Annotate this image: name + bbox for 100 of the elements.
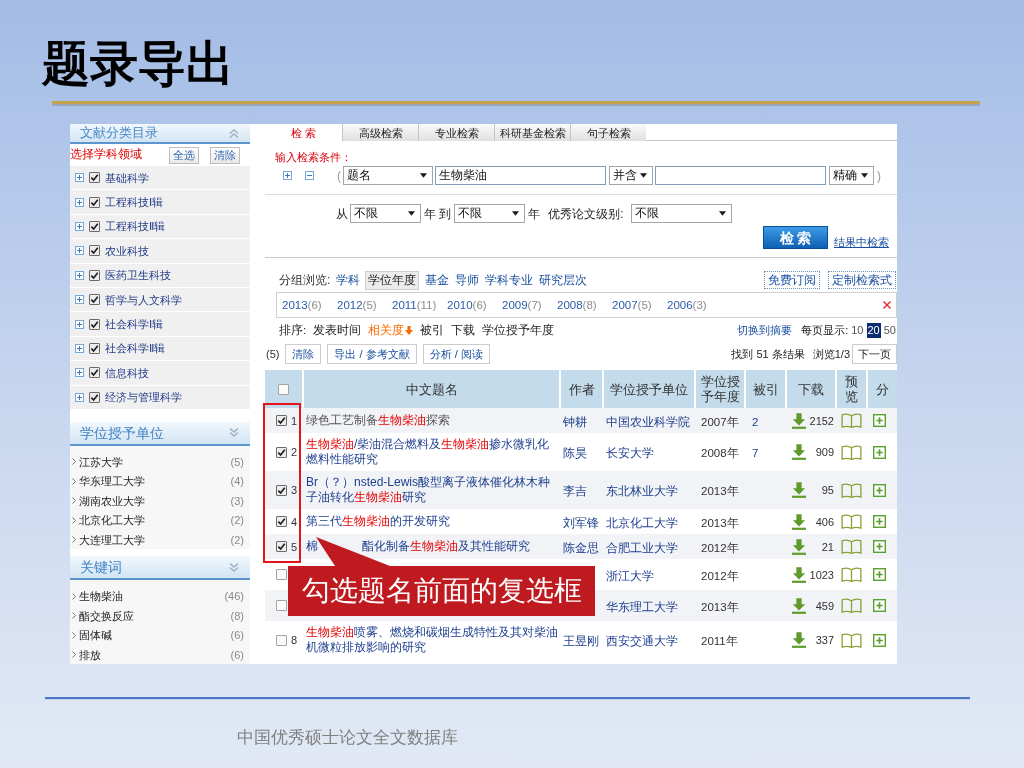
checkbox[interactable]	[89, 245, 100, 257]
unit-link[interactable]: 中国农业科学院	[606, 415, 690, 428]
year-filter[interactable]: 2012(5)	[337, 298, 392, 312]
search-tab[interactable]: 检 索	[265, 124, 342, 141]
search-tab[interactable]: 科研基金检索	[494, 124, 570, 141]
action-button[interactable]: 导出 / 参考文献	[327, 344, 417, 364]
plus-icon[interactable]	[873, 414, 886, 427]
book-icon[interactable]	[841, 413, 862, 428]
group-tab[interactable]: 学位年度	[365, 270, 420, 290]
checkbox[interactable]	[276, 634, 287, 646]
checkbox[interactable]	[89, 318, 100, 330]
chevrons-down-icon[interactable]	[229, 562, 239, 572]
book-icon[interactable]	[841, 444, 862, 460]
category-label[interactable]: 信息科技	[105, 365, 149, 380]
year-filter[interactable]: 2008(8)	[557, 298, 612, 312]
field-dropdown[interactable]: 题名	[343, 166, 433, 185]
facet-link[interactable]: 大连理工大学	[79, 532, 145, 547]
unit-link[interactable]: 西安交通大学	[606, 635, 678, 647]
checkbox[interactable]	[276, 516, 287, 527]
checkbox[interactable]	[89, 391, 100, 403]
facet-link[interactable]: 固体碱	[79, 628, 112, 643]
download-icon[interactable]	[792, 513, 806, 530]
category-label[interactable]: 经济与管理科学	[105, 390, 182, 405]
chevrons-up-icon[interactable]	[229, 128, 239, 138]
title-link[interactable]: 生物柴油喷雾、燃烧和碳烟生成特性及其对柴油机微粒排放影响的研究	[306, 625, 559, 655]
refine-link[interactable]: 结果中检索	[834, 235, 889, 249]
plus-icon[interactable]	[873, 445, 886, 459]
search-tab[interactable]: 句子检索	[570, 124, 646, 141]
title-link[interactable]: Br（？）nsted-Lewis酸型离子液体催化林木种子油转化生物柴油研究	[306, 475, 559, 505]
book-icon[interactable]	[841, 632, 862, 648]
plus-icon[interactable]	[75, 270, 84, 280]
plus-icon[interactable]	[283, 171, 292, 180]
filter-button[interactable]: 清除	[210, 146, 240, 164]
checkbox[interactable]	[276, 600, 287, 611]
facet-link[interactable]: 华东理工大学	[79, 474, 145, 489]
minus-icon[interactable]	[305, 171, 314, 180]
book-icon[interactable]	[841, 539, 862, 554]
author-link[interactable]: 李吉	[563, 485, 587, 497]
title-link[interactable]: 棉	[306, 539, 318, 554]
group-tab[interactable]: 学科	[336, 272, 361, 288]
unit-link[interactable]: 长安大学	[606, 447, 654, 459]
checkbox[interactable]	[89, 294, 100, 306]
facet-link[interactable]: 湖南农业大学	[79, 493, 145, 508]
category-label[interactable]: 基础科学	[105, 170, 149, 185]
group-tab[interactable]: 研究层次	[539, 272, 588, 288]
page-size-option[interactable]: 20	[866, 322, 881, 338]
checkbox[interactable]	[276, 446, 287, 458]
title-link[interactable]: 生物柴油/柴油混合燃料及生物柴油掺水微乳化燃料性能研究	[306, 437, 559, 467]
summary-link[interactable]: 切换到摘要	[737, 323, 793, 337]
search-tab[interactable]: 专业检索	[418, 124, 494, 141]
title-link[interactable]: 绿色工艺制备生物柴油探索	[306, 413, 450, 428]
category-label[interactable]: 社会科学Ⅰ辑	[105, 317, 163, 332]
close-icon[interactable]	[883, 301, 891, 309]
year-dropdown[interactable]: 不限	[350, 204, 421, 223]
operator-dropdown[interactable]: 并含	[609, 166, 653, 185]
sort-option[interactable]: 被引	[420, 323, 445, 337]
category-label[interactable]: 工程科技Ⅱ辑	[105, 219, 165, 234]
year-filter[interactable]: 2006(3)	[667, 298, 722, 312]
facet-link[interactable]: 酯交换反应	[79, 608, 134, 623]
chevrons-down-icon[interactable]	[229, 428, 239, 438]
download-icon[interactable]	[792, 597, 806, 614]
unit-link[interactable]: 浙江大学	[606, 569, 654, 582]
facet-link[interactable]: 江苏大学	[79, 454, 123, 469]
page-size-option[interactable]: 50	[882, 322, 897, 338]
author-link[interactable]: 刘军锋	[563, 516, 599, 529]
plus-icon[interactable]	[75, 368, 84, 378]
checkbox[interactable]	[89, 269, 100, 281]
plus-icon[interactable]	[75, 319, 84, 329]
download-icon[interactable]	[792, 566, 806, 583]
checkbox[interactable]	[89, 220, 100, 232]
download-icon[interactable]	[792, 632, 806, 648]
category-label[interactable]: 农业科技	[105, 243, 149, 258]
plus-icon[interactable]	[873, 540, 886, 553]
title-link[interactable]: 第三代生物柴油的开发研究	[306, 514, 450, 529]
year-filter[interactable]: 2011(11)	[392, 298, 447, 312]
sort-option[interactable]: 发表时间	[313, 323, 362, 337]
plus-icon[interactable]	[75, 295, 84, 305]
author-link[interactable]: 陈金思	[563, 541, 599, 554]
checkbox[interactable]	[276, 415, 287, 426]
title-link[interactable]: 酯化制备生物柴油及其性能研究	[362, 539, 530, 554]
checkbox[interactable]	[89, 367, 100, 379]
keyword-field[interactable]	[655, 166, 826, 185]
year-filter[interactable]: 2013(6)	[282, 298, 337, 312]
checkbox[interactable]	[89, 196, 100, 208]
option-button[interactable]: 免费订阅	[764, 271, 820, 289]
checkbox[interactable]	[89, 172, 100, 184]
author-link[interactable]: 王昱刚	[563, 635, 599, 647]
year-dropdown[interactable]: 不限	[454, 204, 526, 223]
sort-option[interactable]: 下载	[451, 323, 476, 337]
plus-icon[interactable]	[873, 568, 886, 581]
group-tab[interactable]: 导师	[455, 272, 480, 288]
match-dropdown[interactable]: 精确	[829, 166, 874, 185]
search-tab[interactable]: 高级检索	[342, 124, 418, 141]
checkbox[interactable]	[276, 569, 287, 580]
plus-icon[interactable]	[75, 221, 84, 231]
group-tab[interactable]: 学科专业	[485, 272, 534, 288]
author-link[interactable]: 陈昊	[563, 447, 587, 459]
plus-icon[interactable]	[75, 197, 84, 207]
unit-link[interactable]: 东北林业大学	[606, 485, 678, 497]
facet-link[interactable]: 北京化工大学	[79, 513, 145, 528]
